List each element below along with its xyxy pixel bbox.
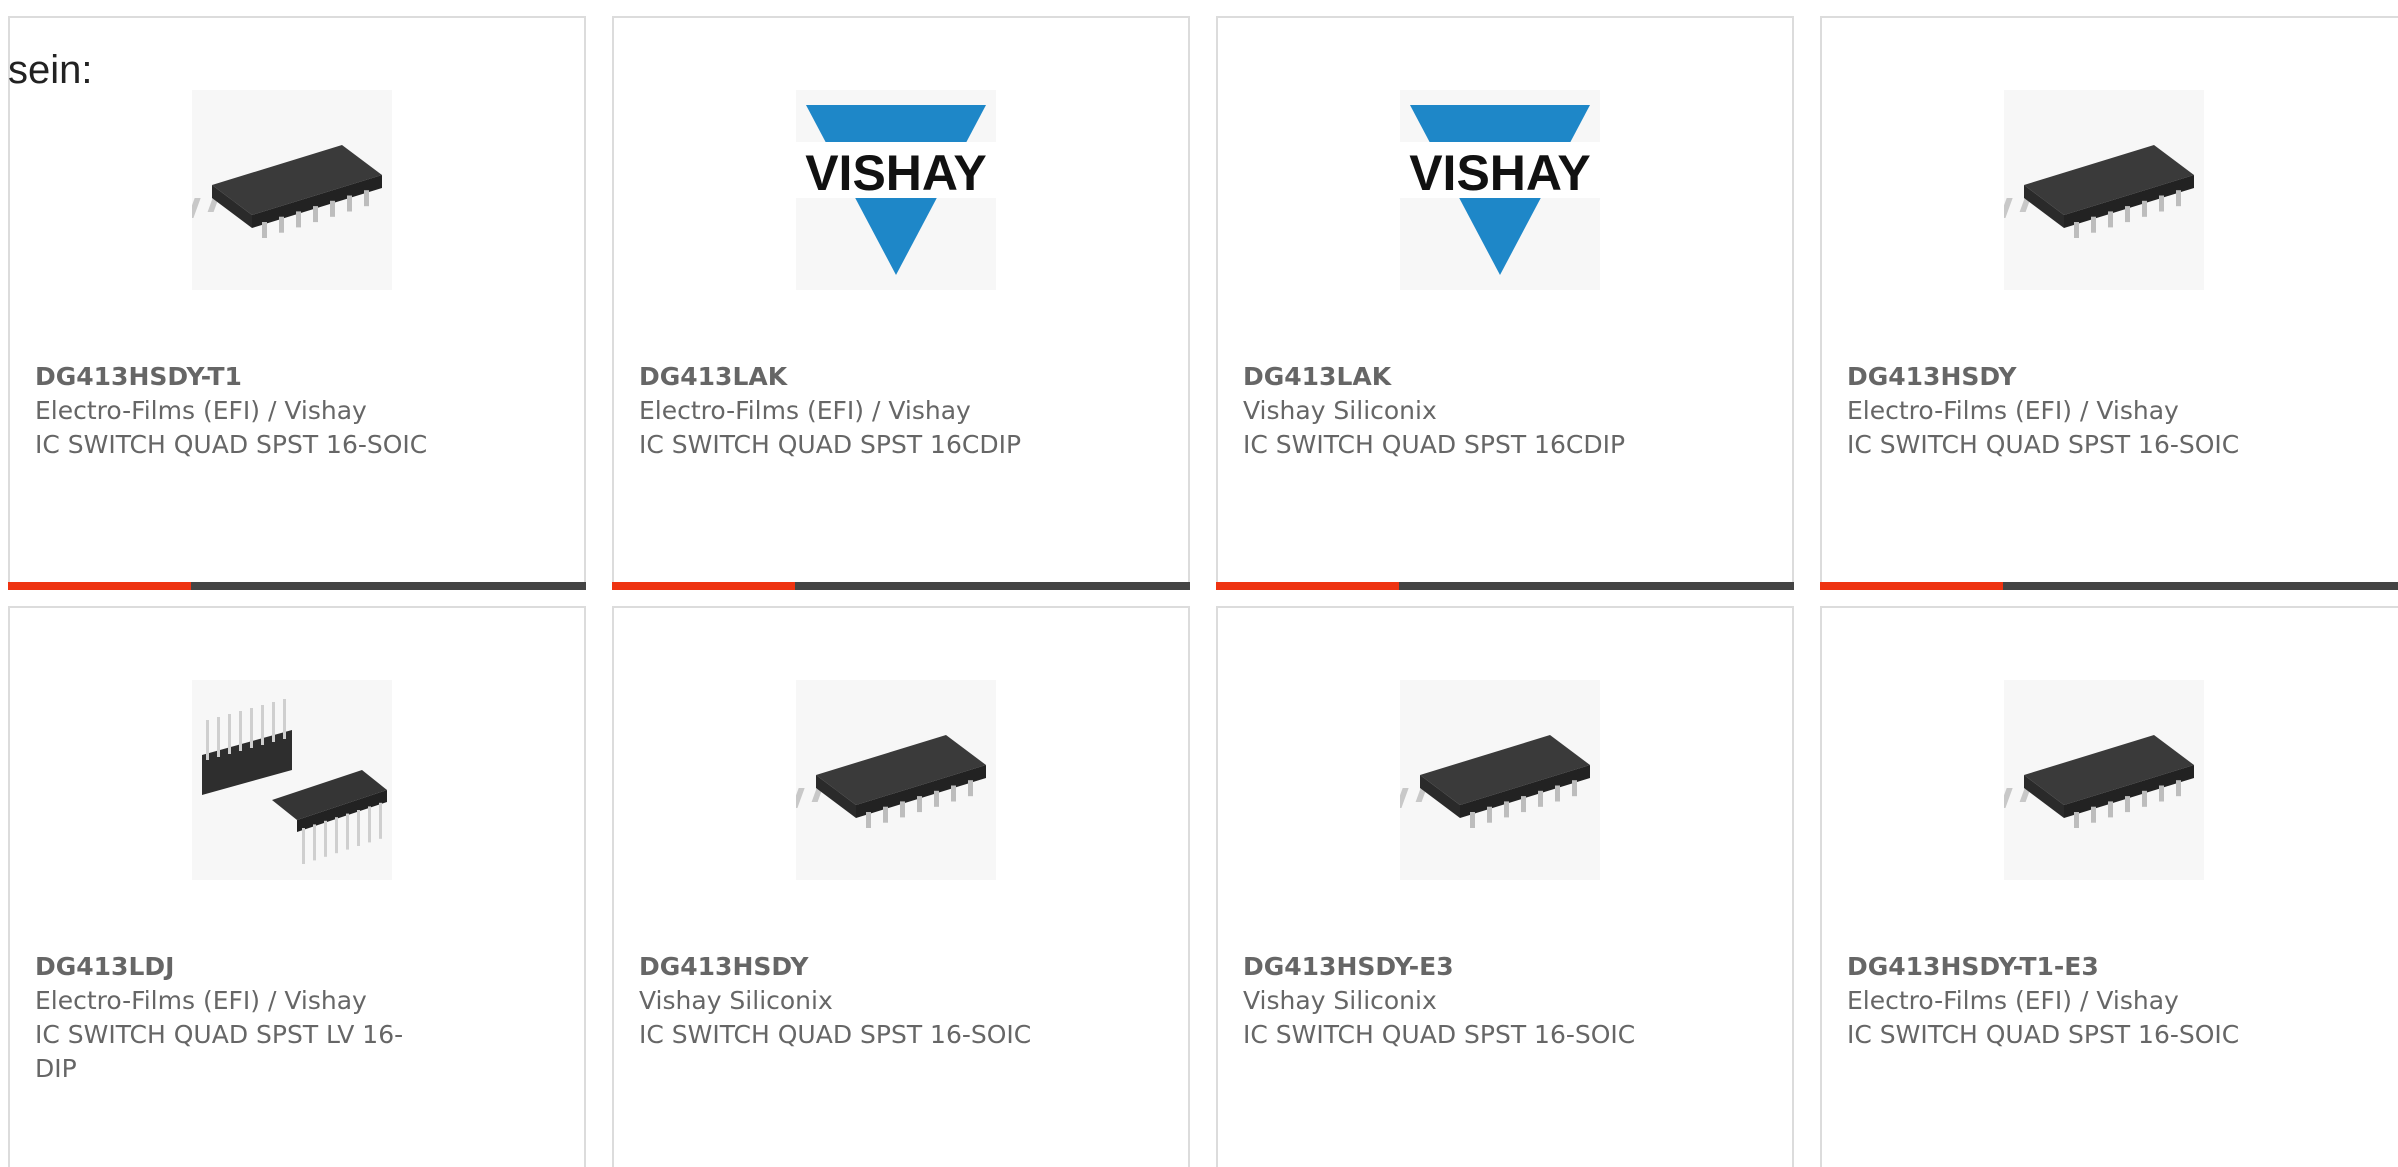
part-number[interactable]: DG413LAK: [1243, 360, 1663, 394]
card-footer-bar: [612, 582, 1190, 590]
product-description: IC SWITCH QUAD SPST 16-SOIC: [1847, 430, 2240, 459]
manufacturer-name: Electro-Films (EFI) / Vishay: [1847, 986, 2179, 1015]
manufacturer-name: Electro-Films (EFI) / Vishay: [639, 396, 971, 425]
product-description: IC SWITCH QUAD SPST 16-SOIC: [1847, 1020, 2240, 1049]
product-card[interactable]: VISHAY DG413LAK Electro-Films (EFI) / Vi…: [612, 16, 1190, 590]
manufacturer-name: Electro-Films (EFI) / Vishay: [35, 986, 367, 1015]
part-number[interactable]: DG413HSDY: [639, 950, 1059, 984]
product-description: IC SWITCH QUAD SPST 16-SOIC: [35, 430, 428, 459]
part-number[interactable]: DG413LDJ: [35, 950, 425, 984]
product-card[interactable]: DG413HSDY-T1-E3 Electro-Films (EFI) / Vi…: [1820, 606, 2398, 1167]
part-number[interactable]: DG413HSDY-T1: [35, 360, 455, 394]
part-number[interactable]: DG413HSDY-E3: [1243, 950, 1663, 984]
card-footer-bar: [8, 582, 586, 590]
svg-text:VISHAY: VISHAY: [805, 145, 987, 201]
manufacturer-name: Vishay Siliconix: [1243, 986, 1437, 1015]
product-description: IC SWITCH QUAD SPST 16-SOIC: [1243, 1020, 1636, 1049]
card-footer-bar: [1216, 582, 1794, 590]
manufacturer-name: Vishay Siliconix: [1243, 396, 1437, 425]
soic-16-chip-icon: [2004, 680, 2204, 880]
product-card[interactable]: DG413HSDY-T1 Electro-Films (EFI) / Visha…: [8, 16, 586, 590]
part-number[interactable]: DG413HSDY: [1847, 360, 2267, 394]
dip-16-chip-icon: [192, 680, 392, 880]
manufacturer-name: Electro-Films (EFI) / Vishay: [1847, 396, 2179, 425]
manufacturer-name: Vishay Siliconix: [639, 986, 833, 1015]
intro-text: sein:: [8, 48, 93, 92]
product-card[interactable]: DG413LDJ Electro-Films (EFI) / Vishay IC…: [8, 606, 586, 1167]
product-description: IC SWITCH QUAD SPST LV 16-DIP: [35, 1020, 404, 1083]
product-card[interactable]: DG413HSDY-E3 Vishay Siliconix IC SWITCH …: [1216, 606, 1794, 1167]
soic-16-chip-icon: [2004, 90, 2204, 290]
soic-16-chip-icon: [192, 90, 392, 290]
part-number[interactable]: DG413HSDY-T1-E3: [1847, 950, 2267, 984]
manufacturer-name: Electro-Films (EFI) / Vishay: [35, 396, 367, 425]
product-card[interactable]: VISHAY DG413LAK Vishay Siliconix IC SWIT…: [1216, 16, 1794, 590]
product-description: IC SWITCH QUAD SPST 16CDIP: [1243, 430, 1626, 459]
card-footer-bar: [1820, 582, 2398, 590]
product-description: IC SWITCH QUAD SPST 16CDIP: [639, 430, 1022, 459]
soic-16-chip-icon: [796, 680, 996, 880]
svg-text:VISHAY: VISHAY: [1409, 145, 1591, 201]
product-description: IC SWITCH QUAD SPST 16-SOIC: [639, 1020, 1032, 1049]
product-card[interactable]: DG413HSDY Electro-Films (EFI) / Vishay I…: [1820, 16, 2398, 590]
product-card[interactable]: DG413HSDY Vishay Siliconix IC SWITCH QUA…: [612, 606, 1190, 1167]
vishay-logo: VISHAY: [1400, 90, 1600, 290]
part-number[interactable]: DG413LAK: [639, 360, 1059, 394]
soic-16-chip-icon: [1400, 680, 1600, 880]
vishay-logo: VISHAY: [796, 90, 996, 290]
